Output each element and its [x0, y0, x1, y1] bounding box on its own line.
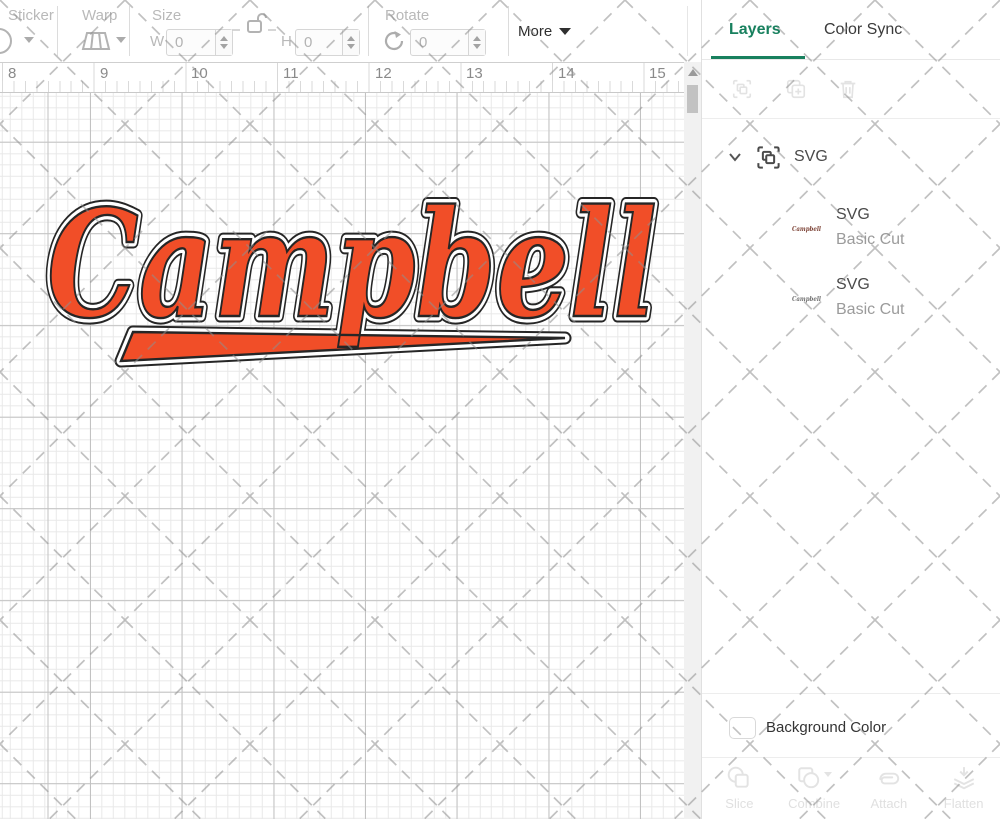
combine-label: Combine	[777, 796, 852, 811]
chevron-down-icon[interactable]	[728, 152, 742, 162]
height-value: 0	[296, 30, 342, 55]
ruler-unit: 13	[466, 65, 483, 82]
more-caret-icon	[559, 28, 571, 35]
height-stepper[interactable]	[342, 30, 359, 55]
layer-subtitle: Basic Cut	[836, 301, 904, 319]
rotate-stepper[interactable]	[468, 30, 485, 55]
rotate-field[interactable]: 0	[410, 29, 486, 56]
layer-thumbnail: Campbell	[791, 221, 823, 237]
toolbar-divider	[368, 6, 369, 56]
toolbar-divider	[57, 6, 58, 56]
background-color-label: Background Color	[766, 719, 886, 736]
layers-panel: Layers Color Sync	[701, 0, 1000, 819]
ruler-unit: 11	[283, 65, 299, 82]
toolbar-divider	[687, 6, 688, 56]
layer-row[interactable]: Campbell SVG Basic Cut	[702, 270, 1000, 328]
warp-dropdown-caret-icon[interactable]	[116, 37, 126, 43]
combine-caret-icon	[824, 772, 832, 777]
svg-text:Campbell: Campbell	[792, 295, 821, 303]
scrollbar-thumb[interactable]	[687, 85, 698, 113]
delete-icon[interactable]	[837, 78, 859, 100]
design-canvas[interactable]: Campbell Campbell Campbell Campbell	[0, 93, 684, 819]
ruler-unit: 14	[558, 65, 575, 82]
toolbar: Sticker Warp Size W 0 H 0 Rotate	[0, 0, 701, 62]
toolbar-divider	[129, 6, 130, 56]
more-label: More	[518, 23, 552, 40]
combine-button[interactable]: Combine	[777, 757, 852, 819]
background-color-row: Background Color	[702, 694, 1000, 757]
attach-button[interactable]: Attach	[852, 757, 927, 819]
layer-title: SVG	[836, 276, 870, 294]
scroll-up-icon[interactable]	[688, 69, 698, 76]
layer-actions-bar: Slice Combine Attach Flat	[702, 757, 1000, 819]
more-button[interactable]: More	[518, 23, 571, 40]
layer-tools	[702, 76, 1000, 106]
warp-label: Warp	[82, 7, 117, 24]
ruler-ticks	[0, 81, 684, 92]
campbell-logo[interactable]: Campbell Campbell Campbell Campbell	[35, 178, 675, 378]
flatten-button[interactable]: Flatten	[926, 757, 1000, 819]
attach-label: Attach	[852, 796, 927, 811]
ruler-unit: 9	[100, 65, 108, 82]
panel-divider	[702, 118, 1000, 119]
sticker-label: Sticker	[8, 7, 54, 24]
size-lock-icon[interactable]	[230, 12, 278, 34]
layer-subtitle: Basic Cut	[836, 231, 904, 249]
layer-thumbnail: Campbell	[791, 291, 823, 307]
canvas-vertical-scrollbar[interactable]	[684, 62, 701, 819]
rotate-icon[interactable]	[382, 29, 406, 53]
layer-group-row[interactable]: SVG	[702, 142, 1000, 174]
rotate-value: 0	[411, 30, 468, 55]
slice-label: Slice	[702, 796, 777, 811]
height-label: H	[281, 33, 292, 50]
group-icon	[755, 144, 782, 171]
group-icon[interactable]	[731, 78, 753, 100]
cricut-design-app: Sticker Warp Size W 0 H 0 Rotate	[0, 0, 1000, 819]
ruler-unit: 8	[8, 65, 16, 82]
ruler-unit: 10	[191, 65, 208, 82]
tab-hairline	[702, 59, 1000, 60]
layer-title: SVG	[836, 206, 870, 224]
sticker-dropdown-caret-icon[interactable]	[24, 37, 34, 43]
rotate-label: Rotate	[385, 7, 429, 24]
flatten-label: Flatten	[926, 796, 1000, 811]
height-field[interactable]: 0	[295, 29, 360, 56]
tab-color-sync[interactable]: Color Sync	[824, 21, 902, 39]
slice-button[interactable]: Slice	[702, 757, 777, 819]
tab-layers[interactable]: Layers	[729, 21, 781, 39]
logo-text-edge: Campbell	[47, 178, 657, 351]
layer-row[interactable]: Campbell SVG Basic Cut	[702, 200, 1000, 258]
width-field[interactable]: 0	[166, 29, 233, 56]
horizontal-ruler: 8 9 10 11 12 13 14 15	[0, 62, 684, 93]
width-value: 0	[167, 30, 215, 55]
duplicate-icon[interactable]	[785, 78, 807, 100]
warp-icon[interactable]	[80, 30, 112, 52]
group-label: SVG	[794, 148, 828, 166]
flatten-icon	[951, 765, 977, 791]
svg-text:Campbell: Campbell	[792, 225, 821, 233]
ruler-unit: 15	[649, 65, 666, 82]
attach-icon	[876, 765, 902, 791]
background-color-swatch[interactable]	[729, 717, 756, 739]
toolbar-divider	[508, 6, 509, 56]
sticker-icon[interactable]	[0, 26, 22, 56]
combine-icon	[796, 765, 822, 791]
slice-icon	[726, 765, 752, 791]
size-label: Size	[152, 7, 181, 24]
width-label: W	[150, 33, 164, 50]
ruler-unit: 12	[375, 65, 392, 82]
